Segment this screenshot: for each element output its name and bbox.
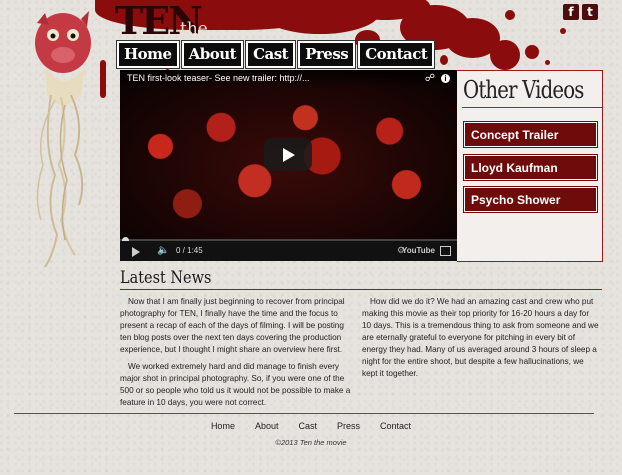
- news-paragraph: How did we do it? We had an amazing cast…: [362, 297, 599, 378]
- play-button[interactable]: [264, 138, 312, 171]
- news-column-left: Now that I am finally just beginning to …: [120, 296, 357, 414]
- latest-news-heading: Latest News: [120, 268, 212, 288]
- nav-home[interactable]: Home: [116, 40, 180, 69]
- news-paragraph: Now that I am finally just beginning to …: [120, 297, 345, 354]
- nav-contact[interactable]: Contact: [357, 40, 436, 69]
- nav-press[interactable]: Press: [297, 40, 357, 69]
- video-controls: 🔈 0 / 1:45 ⚙ YouTube: [120, 241, 457, 261]
- nav-about[interactable]: About: [180, 40, 245, 69]
- news-column-right: How did we do it? We had an amazing cast…: [362, 296, 599, 385]
- video-link-concept-trailer[interactable]: Concept Trailer: [463, 121, 598, 148]
- main-nav: Home About Cast Press Contact: [116, 40, 436, 69]
- news-paragraph: We worked extremely hard and did manage …: [120, 362, 351, 407]
- footer-link-about[interactable]: About: [255, 421, 279, 431]
- social-links: f t: [563, 4, 598, 20]
- twitter-icon[interactable]: t: [582, 4, 598, 20]
- news-divider: [120, 289, 602, 290]
- video-title[interactable]: TEN first-look teaser- See new trailer: …: [127, 73, 310, 83]
- fullscreen-icon[interactable]: [440, 246, 451, 256]
- info-icon[interactable]: i: [441, 74, 450, 83]
- copyright: ©2013 Ten the movie: [275, 438, 347, 447]
- footer-link-press[interactable]: Press: [337, 421, 360, 431]
- other-videos-panel: Other Videos Concept Trailer Lloyd Kaufm…: [457, 70, 603, 262]
- footer-link-contact[interactable]: Contact: [380, 421, 411, 431]
- creature-illustration: [35, 11, 91, 268]
- youtube-logo[interactable]: YouTube: [402, 246, 435, 255]
- video-time: 0 / 1:45: [176, 246, 203, 255]
- video-player[interactable]: TEN first-look teaser- See new trailer: …: [120, 70, 457, 261]
- control-play-icon[interactable]: [132, 247, 140, 257]
- footer-link-home[interactable]: Home: [211, 421, 235, 431]
- footer-link-cast[interactable]: Cast: [298, 421, 317, 431]
- share-icon[interactable]: ☍: [425, 73, 435, 84]
- video-link-lloyd-kaufman[interactable]: Lloyd Kaufman: [463, 154, 598, 181]
- video-link-psycho-shower[interactable]: Psycho Shower: [463, 186, 598, 213]
- nav-cast[interactable]: Cast: [245, 40, 297, 69]
- footer-nav: Home About Cast Press Contact: [0, 421, 622, 431]
- facebook-icon[interactable]: f: [563, 4, 579, 20]
- divider: [462, 107, 602, 108]
- volume-icon[interactable]: 🔈: [157, 245, 169, 256]
- other-videos-heading: Other Videos: [463, 76, 584, 104]
- footer-divider: [14, 413, 594, 414]
- site-logo[interactable]: TEN the movie: [115, 0, 260, 59]
